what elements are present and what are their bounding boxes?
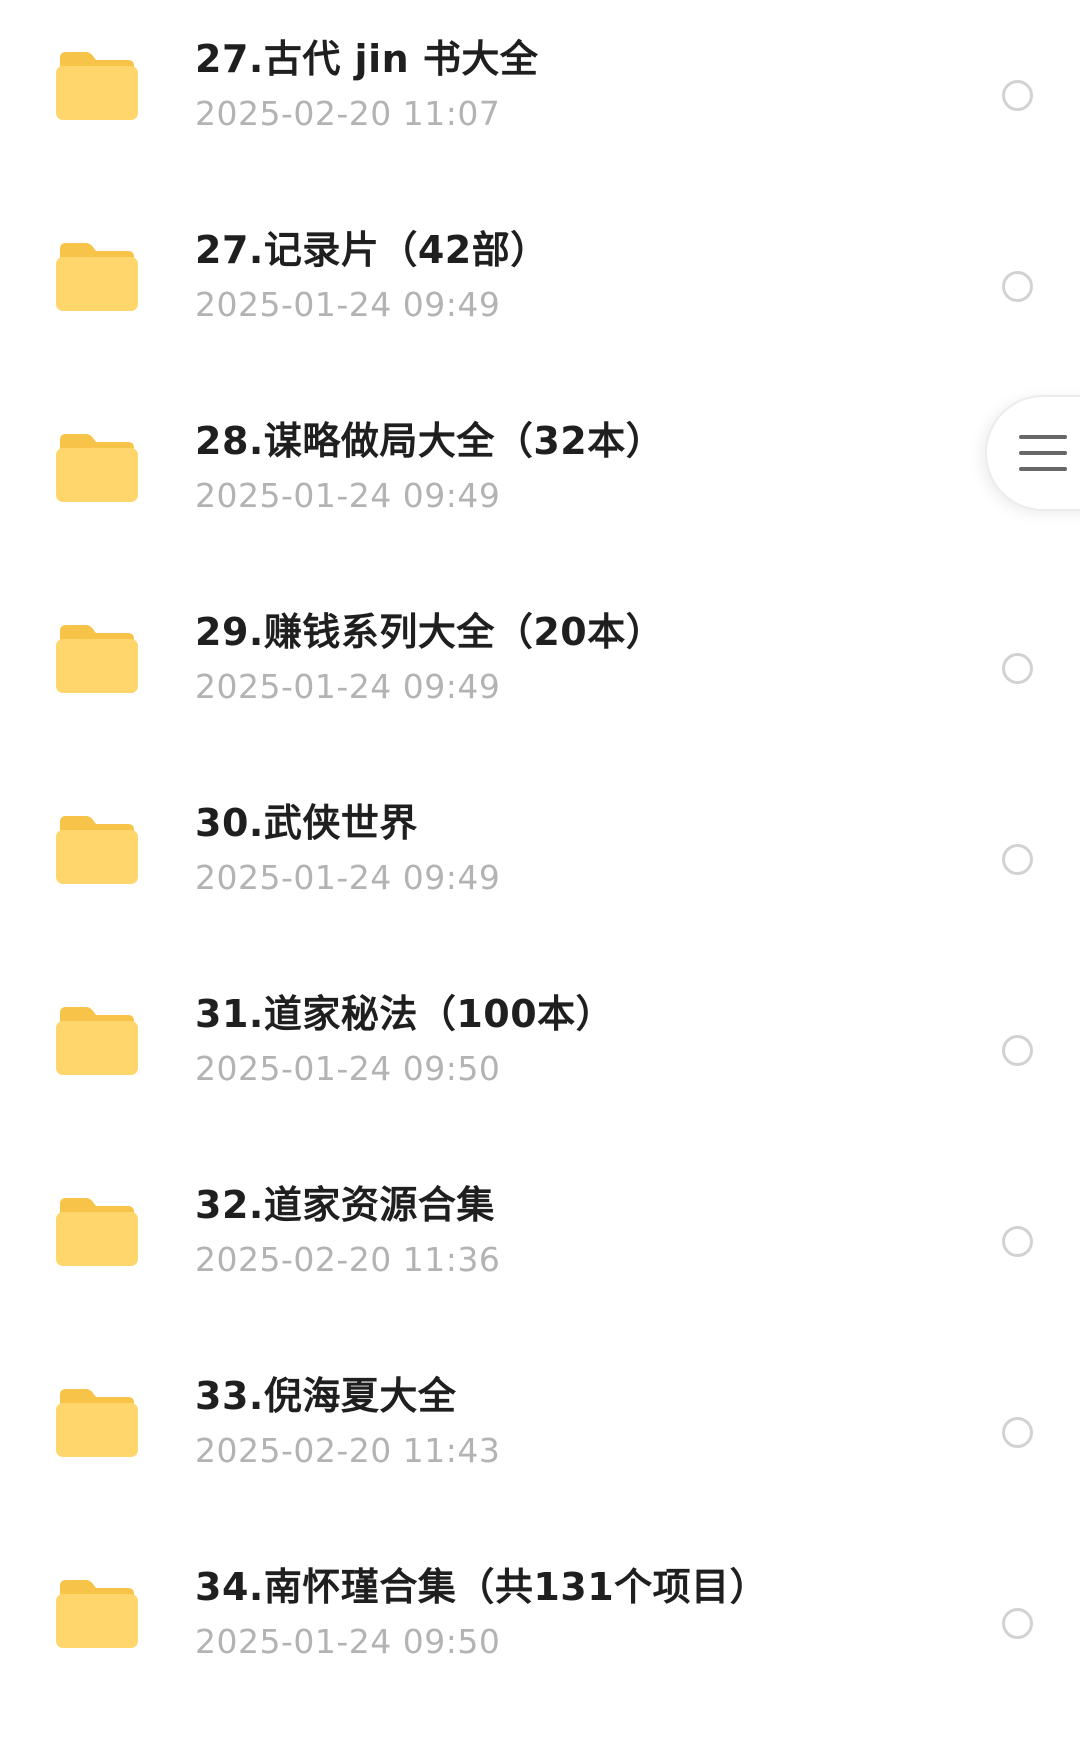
file-list: 27.古代 jin 书大全 2025-02-20 11:07 27.记录片（42… bbox=[0, 0, 1080, 1761]
file-row[interactable]: 27.记录片（42部） 2025-01-24 09:49 bbox=[0, 191, 1080, 381]
radio-circle-icon[interactable] bbox=[1002, 1608, 1033, 1639]
radio-circle-icon[interactable] bbox=[1002, 653, 1033, 684]
file-date: 2025-01-24 09:50 bbox=[195, 1049, 501, 1088]
file-date: 2025-01-24 09:50 bbox=[195, 1622, 501, 1661]
file-name: 28.谋略做局大全（32本） bbox=[195, 419, 665, 463]
file-row[interactable]: 33.倪海夏大全 2025-02-20 11:43 bbox=[0, 1337, 1080, 1527]
file-name: 34.南怀瑾合集（共131个项目） bbox=[195, 1565, 769, 1609]
file-date: 2025-01-24 09:49 bbox=[195, 285, 501, 324]
file-row[interactable]: 28.谋略做局大全（32本） 2025-01-24 09:49 bbox=[0, 382, 1080, 572]
file-row[interactable]: 30.武侠世界 2025-01-24 09:49 bbox=[0, 764, 1080, 954]
file-date: 2025-02-20 11:43 bbox=[195, 1431, 501, 1470]
file-name: 29.赚钱系列大全（20本） bbox=[195, 610, 665, 654]
radio-circle-icon[interactable] bbox=[1002, 1226, 1033, 1257]
radio-circle-icon[interactable] bbox=[1002, 271, 1033, 302]
file-date: 2025-01-24 09:49 bbox=[195, 476, 501, 515]
file-name: 27.古代 jin 书大全 bbox=[195, 37, 539, 81]
radio-circle-icon[interactable] bbox=[1002, 1035, 1033, 1066]
file-name: 30.武侠世界 bbox=[195, 801, 418, 845]
file-date: 2025-01-24 09:49 bbox=[195, 858, 501, 897]
file-row[interactable]: 29.赚钱系列大全（20本） 2025-01-24 09:49 bbox=[0, 573, 1080, 763]
folder-icon bbox=[56, 430, 138, 502]
folder-icon bbox=[56, 1576, 138, 1648]
file-row[interactable]: 34.南怀瑾合集（共131个项目） 2025-01-24 09:50 bbox=[0, 1528, 1080, 1718]
file-row[interactable]: 27.古代 jin 书大全 2025-02-20 11:07 bbox=[0, 0, 1080, 190]
folder-icon bbox=[56, 1003, 138, 1075]
folder-icon bbox=[56, 812, 138, 884]
file-row[interactable]: 32.道家资源合集 2025-02-20 11:36 bbox=[0, 1146, 1080, 1336]
file-name: 32.道家资源合集 bbox=[195, 1183, 495, 1227]
file-date: 2025-01-24 09:49 bbox=[195, 667, 501, 706]
file-name: 31.道家秘法（100本） bbox=[195, 992, 615, 1036]
folder-icon bbox=[56, 1385, 138, 1457]
folder-icon bbox=[56, 239, 138, 311]
file-name: 27.记录片（42部） bbox=[195, 228, 549, 272]
radio-circle-icon[interactable] bbox=[1002, 1417, 1033, 1448]
file-date: 2025-02-20 11:36 bbox=[195, 1240, 501, 1279]
hamburger-menu-icon bbox=[1019, 435, 1067, 471]
file-date: 2025-02-20 11:07 bbox=[195, 94, 501, 133]
radio-circle-icon[interactable] bbox=[1002, 80, 1033, 111]
folder-icon bbox=[56, 621, 138, 693]
folder-icon bbox=[56, 48, 138, 120]
file-name: 33.倪海夏大全 bbox=[195, 1374, 457, 1418]
folder-icon bbox=[56, 1194, 138, 1266]
file-row[interactable]: 31.道家秘法（100本） 2025-01-24 09:50 bbox=[0, 955, 1080, 1145]
radio-circle-icon[interactable] bbox=[1002, 844, 1033, 875]
